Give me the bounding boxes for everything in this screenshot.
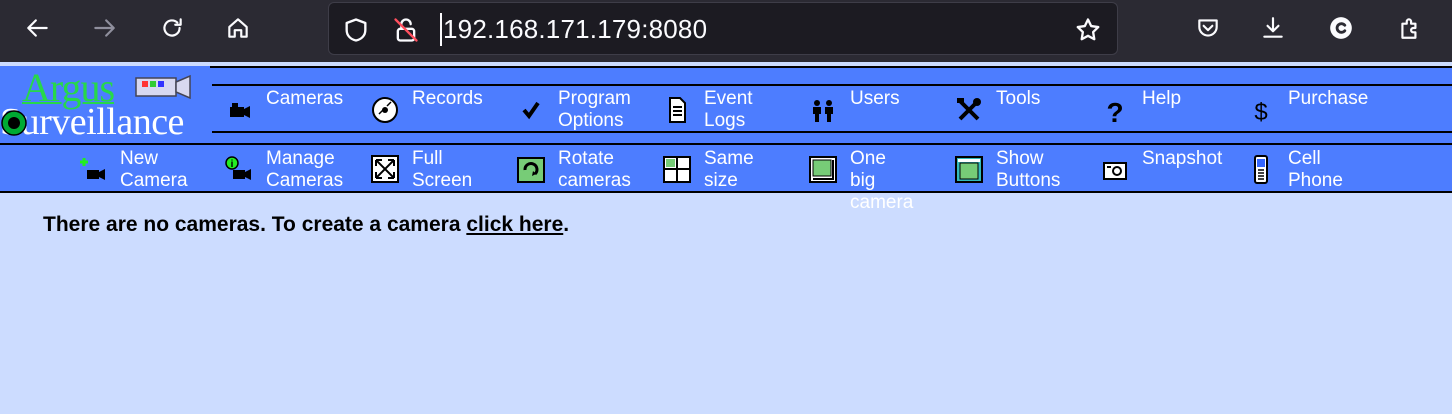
nav-label: New Camera — [120, 148, 188, 191]
svg-text:i: i — [231, 159, 234, 170]
svg-text:$: $ — [1254, 99, 1267, 125]
nav-label: Rotate cameras — [558, 148, 631, 191]
checkmark-icon — [514, 93, 548, 127]
svg-text:?: ? — [1106, 97, 1123, 125]
reload-icon[interactable] — [154, 10, 190, 46]
nav-label: Event Logs — [704, 88, 753, 131]
nav-label: Cell Phone — [1288, 148, 1343, 191]
document-icon — [660, 93, 694, 127]
rotate-icon — [514, 152, 548, 186]
tools-icon — [952, 93, 986, 127]
create-camera-link[interactable]: click here — [466, 213, 563, 236]
new-camera-icon — [76, 152, 110, 186]
big-camera-icon — [806, 152, 840, 186]
nav-label: Cameras — [266, 88, 344, 109]
forward-icon[interactable] — [86, 10, 122, 46]
text-caret — [440, 13, 442, 46]
camera-icon — [222, 93, 256, 127]
fullscreen-icon — [368, 152, 402, 186]
downloads-icon[interactable] — [1255, 10, 1291, 46]
logo-camera-icon — [135, 74, 191, 100]
shield-icon[interactable] — [341, 15, 371, 45]
message-end: . — [563, 213, 570, 236]
nav-label: Program Options — [558, 88, 631, 131]
grid-icon — [660, 152, 694, 186]
back-icon[interactable] — [20, 10, 56, 46]
nav-label: One big camera — [850, 148, 914, 213]
bookmark-star-icon[interactable] — [1073, 15, 1103, 45]
pocket-icon[interactable] — [1190, 10, 1226, 46]
extensions-icon[interactable] — [1392, 10, 1428, 46]
nav-label: Help — [1142, 88, 1182, 109]
manage-cameras-icon: i — [222, 152, 256, 186]
divider — [212, 131, 1452, 133]
dollar-icon: $ — [1244, 93, 1278, 127]
home-icon[interactable] — [220, 10, 256, 46]
address-bar[interactable]: 192.168.171.179:8080 — [328, 2, 1118, 55]
nav-label: Manage Cameras — [266, 148, 344, 191]
insecure-lock-icon[interactable] — [391, 15, 421, 45]
cell-phone-icon — [1244, 152, 1278, 186]
message-text: There are no cameras. To create a camera — [43, 213, 467, 236]
argus-logo[interactable]: Argus Surveillance — [0, 65, 210, 143]
url-text[interactable]: 192.168.171.179:8080 — [443, 14, 707, 45]
show-buttons-icon — [952, 152, 986, 186]
nav-label: Same size — [704, 148, 754, 191]
nav-label: Users — [850, 88, 900, 109]
no-cameras-message: There are no cameras. To create a camera… — [43, 213, 569, 237]
nav-label: Snapshot — [1142, 148, 1223, 169]
eye-icon — [1, 110, 27, 136]
nav-label: Purchase — [1288, 88, 1369, 109]
disc-icon — [368, 93, 402, 127]
nav-label: Show Buttons — [996, 148, 1061, 191]
nav-label: Full Screen — [412, 148, 473, 191]
question-icon: ? — [1098, 93, 1132, 127]
users-icon — [806, 93, 840, 127]
nav-label: Records — [412, 88, 483, 109]
nav-label: Tools — [996, 88, 1041, 109]
divider — [212, 84, 1452, 86]
browser-toolbar: 192.168.171.179:8080 — [0, 0, 1452, 62]
snapshot-icon — [1098, 152, 1132, 186]
divider — [0, 66, 1452, 68]
account-icon[interactable] — [1323, 10, 1359, 46]
